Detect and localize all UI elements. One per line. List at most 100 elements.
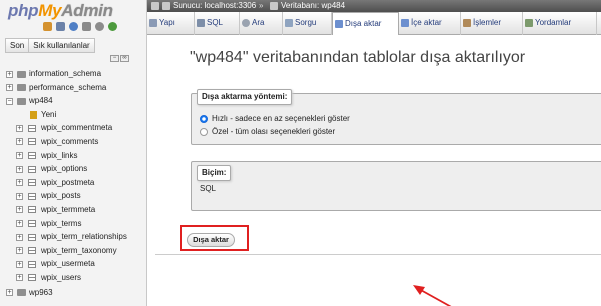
expand-icon[interactable]: + bbox=[16, 179, 23, 187]
tree-database[interactable]: + performance_schema bbox=[4, 81, 146, 95]
expand-icon[interactable]: + bbox=[16, 165, 23, 173]
database-icon bbox=[17, 289, 26, 296]
tree-item-label[interactable]: Yeni bbox=[41, 108, 56, 122]
gear-icon[interactable] bbox=[95, 22, 104, 31]
export-method-custom-label[interactable]: Özel - tüm olası seçenekleri göster bbox=[212, 127, 335, 137]
tree-item-label[interactable]: wpix_options bbox=[41, 162, 87, 176]
table-icon bbox=[28, 260, 36, 268]
table-icon bbox=[28, 206, 36, 214]
link-icon[interactable]: ∞ bbox=[120, 55, 129, 62]
tree-item-label[interactable]: wpix_users bbox=[41, 271, 81, 285]
tree-table[interactable]: + wpix_postmeta bbox=[4, 176, 146, 190]
radio-custom[interactable] bbox=[200, 128, 208, 136]
page-title: "wp484" veritabanından tablolar dışa akt… bbox=[190, 49, 526, 66]
phpmyadmin-logo[interactable]: phpMyAdmin bbox=[8, 1, 113, 21]
tree-new-table[interactable]: Yeni bbox=[4, 108, 146, 122]
tree-table[interactable]: + wpix_users bbox=[4, 271, 146, 285]
expand-icon[interactable]: + bbox=[16, 124, 23, 132]
tree-item-label[interactable]: wp963 bbox=[29, 286, 53, 300]
import-icon bbox=[401, 19, 409, 27]
database-tree: + information_schema + performance_schema − w… bbox=[4, 67, 146, 300]
export-method-fieldset: Dışa aktarma yöntemi: Hızlı - sadece en … bbox=[191, 89, 601, 145]
format-select[interactable]: SQL bbox=[200, 184, 216, 193]
reload-icon[interactable] bbox=[108, 22, 117, 31]
table-icon bbox=[28, 165, 36, 173]
breadcrumb-server[interactable]: Sunucu: localhost:3306 bbox=[173, 0, 256, 12]
tab-query[interactable]: Sorgu bbox=[283, 12, 332, 35]
structure-icon bbox=[149, 19, 157, 27]
routines-icon bbox=[525, 19, 533, 27]
collapse-all-icon[interactable]: − bbox=[110, 55, 119, 62]
tree-item-label[interactable]: wpix_posts bbox=[41, 189, 81, 203]
database-icon bbox=[17, 70, 26, 78]
help-icon[interactable] bbox=[69, 22, 78, 31]
home-icon[interactable] bbox=[43, 22, 52, 31]
tree-table[interactable]: + wpix_posts bbox=[4, 189, 146, 203]
annotation-arrow-icon bbox=[413, 285, 452, 306]
tab-operations[interactable]: İşlemler bbox=[461, 12, 523, 35]
tree-item-label[interactable]: wpix_links bbox=[41, 149, 77, 163]
expand-icon[interactable]: + bbox=[6, 289, 13, 296]
tree-table[interactable]: + wpix_links bbox=[4, 149, 146, 163]
expand-icon[interactable]: + bbox=[16, 138, 23, 146]
expand-icon[interactable]: + bbox=[16, 192, 23, 200]
tree-table[interactable]: + wpix_term_taxonomy bbox=[4, 244, 146, 258]
table-icon bbox=[28, 233, 36, 241]
back-arrow-icon[interactable] bbox=[151, 2, 159, 10]
export-method-quick-label[interactable]: Hızlı - sadece en az seçenekleri göster bbox=[212, 114, 350, 124]
breadcrumb-database[interactable]: Veritabanı: wp484 bbox=[281, 0, 345, 12]
export-button[interactable]: Dışa aktar bbox=[187, 233, 235, 247]
expand-icon[interactable]: + bbox=[16, 260, 23, 268]
tree-table[interactable]: + wpix_commentmeta bbox=[4, 121, 146, 135]
tree-item-label[interactable]: wpix_comments bbox=[41, 135, 98, 149]
tree-item-label[interactable]: wpix_commentmeta bbox=[41, 121, 112, 135]
expand-icon[interactable]: + bbox=[6, 70, 13, 78]
tab-bar: Yapı SQL Ara Sorgu Dışa aktar İçe aktar … bbox=[147, 12, 601, 36]
table-icon bbox=[28, 179, 36, 187]
tree-item-label[interactable]: performance_schema bbox=[29, 81, 106, 95]
tab-routines[interactable]: Yordamlar bbox=[523, 12, 597, 35]
tree-database[interactable]: + information_schema bbox=[4, 67, 146, 81]
expand-icon[interactable]: + bbox=[16, 274, 23, 282]
tree-database[interactable]: + wp963 bbox=[4, 286, 146, 300]
expand-icon[interactable]: + bbox=[16, 233, 23, 241]
tree-item-label[interactable]: wpix_usermeta bbox=[41, 257, 95, 271]
tree-item-label[interactable]: wpix_terms bbox=[41, 217, 81, 231]
tree-item-label[interactable]: wpix_term_taxonomy bbox=[41, 244, 117, 258]
tree-item-label[interactable]: wpix_postmeta bbox=[41, 176, 94, 190]
tab-search[interactable]: Ara bbox=[240, 12, 283, 35]
expand-icon[interactable]: + bbox=[16, 247, 23, 255]
sql-icon bbox=[197, 19, 205, 27]
expand-icon[interactable]: + bbox=[16, 206, 23, 214]
table-icon bbox=[28, 247, 36, 255]
tree-table[interactable]: + wpix_comments bbox=[4, 135, 146, 149]
tab-sql[interactable]: SQL bbox=[195, 12, 240, 35]
expand-icon[interactable]: + bbox=[16, 220, 23, 228]
tree-table[interactable]: + wpix_termmeta bbox=[4, 203, 146, 217]
nav-tab-recent[interactable]: Son bbox=[5, 38, 30, 53]
tab-import[interactable]: İçe aktar bbox=[399, 12, 461, 35]
nav-tab-favorites[interactable]: Sık kullanılanlar bbox=[29, 38, 95, 53]
expand-icon[interactable]: + bbox=[6, 84, 13, 92]
tree-table[interactable]: + wpix_terms bbox=[4, 217, 146, 231]
radio-quick[interactable] bbox=[200, 115, 208, 123]
expand-icon[interactable]: + bbox=[16, 152, 23, 160]
tree-table[interactable]: + wpix_term_relationships bbox=[4, 230, 146, 244]
tab-export[interactable]: Dışa aktar bbox=[332, 12, 399, 36]
tree-item-label[interactable]: wp484 bbox=[29, 94, 53, 108]
tree-item-label[interactable]: wpix_termmeta bbox=[41, 203, 95, 217]
table-icon bbox=[28, 138, 36, 146]
breadcrumb: Sunucu: localhost:3306 » Veritabanı: wp4… bbox=[147, 0, 601, 12]
format-fieldset: Biçim: SQL bbox=[191, 161, 601, 211]
tree-item-label[interactable]: wpix_term_relationships bbox=[41, 230, 127, 244]
database-icon[interactable] bbox=[56, 22, 65, 31]
table-icon bbox=[28, 192, 36, 200]
tree-table[interactable]: + wpix_options bbox=[4, 162, 146, 176]
tab-structure[interactable]: Yapı bbox=[147, 12, 195, 35]
documentation-icon[interactable] bbox=[82, 22, 91, 31]
tree-item-label[interactable]: information_schema bbox=[29, 67, 101, 81]
navigation-panel: phpMyAdmin Son Sık kullanılanlar − ∞ + in… bbox=[0, 0, 147, 306]
collapse-icon[interactable]: − bbox=[6, 97, 13, 105]
tree-table[interactable]: + wpix_usermeta bbox=[4, 257, 146, 271]
tree-database[interactable]: − wp484 bbox=[4, 94, 146, 108]
